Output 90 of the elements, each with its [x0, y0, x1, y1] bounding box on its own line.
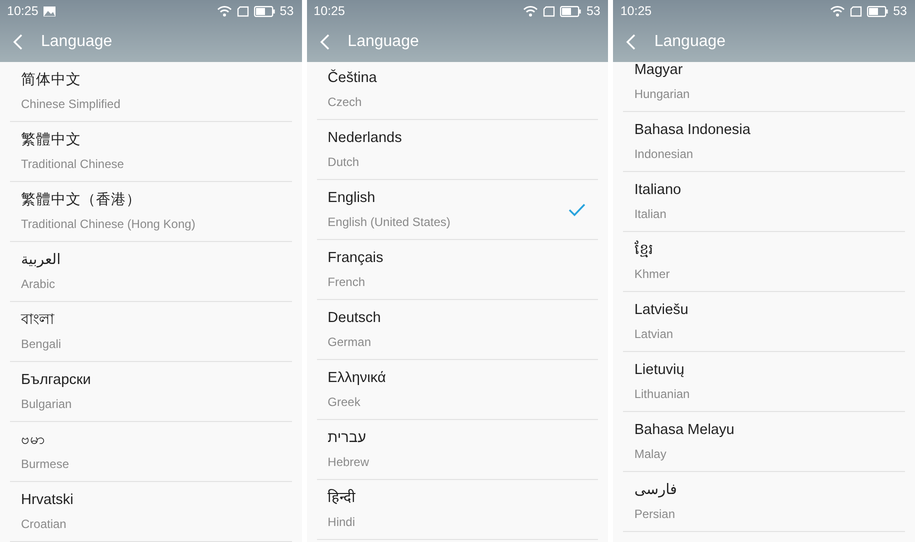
language-item[interactable]: Ελληνικά Greek: [316, 360, 598, 420]
back-icon[interactable]: [320, 34, 330, 50]
battery-icon: [867, 6, 888, 16]
language-english-name: Traditional Chinese (Hong Kong): [21, 216, 196, 231]
language-item[interactable]: ဗမာ Burmese: [10, 422, 292, 482]
language-name: Deutsch: [328, 310, 382, 328]
language-name: Български: [21, 372, 92, 390]
sim-card-icon: [543, 6, 556, 16]
sim-card-icon: [236, 6, 249, 16]
language-item[interactable]: 简体中文 Chinese Simplified: [10, 62, 292, 122]
language-name: Čeština: [328, 70, 378, 88]
language-english-name: Khmer: [634, 266, 671, 281]
language-english-name: Malay: [634, 446, 668, 461]
language-english-name: Bengali: [21, 336, 62, 351]
language-name: English: [328, 190, 376, 208]
language-name: 繁體中文（香港）: [21, 192, 142, 210]
language-english-name: French: [328, 274, 366, 289]
screen-title: Language: [41, 32, 112, 52]
battery-level: 53: [586, 2, 600, 20]
language-item[interactable]: Italiano Italian: [623, 172, 906, 232]
language-item[interactable]: Nederlands Dutch: [316, 120, 598, 180]
language-item[interactable]: Bahasa Melayu Malay: [623, 412, 906, 472]
language-item[interactable]: Latviešu Latvian: [623, 292, 906, 352]
language-english-name: Czech: [328, 94, 363, 109]
language-name: فارسی: [634, 482, 678, 500]
language-english-name: Indonesian: [634, 146, 694, 161]
language-name: Hrvatski: [21, 492, 74, 510]
language-name: العربية: [21, 252, 62, 270]
battery-level: 53: [893, 2, 908, 20]
language-item[interactable]: हिन्दी Hindi: [316, 480, 598, 540]
language-name: Bahasa Melayu: [634, 422, 736, 440]
back-icon[interactable]: [13, 34, 23, 50]
language-name: हिन्दी: [328, 490, 357, 508]
language-item[interactable]: বাংলা Bengali: [10, 302, 292, 362]
language-english-name: Italian: [634, 206, 668, 221]
language-english-name: Hebrew: [328, 454, 370, 469]
language-english-name: Burmese: [21, 456, 70, 471]
language-english-name: Croatian: [21, 516, 68, 531]
screen-title: Language: [348, 32, 419, 52]
language-english-name: Dutch: [328, 154, 360, 169]
language-english-name: Lithuanian: [634, 386, 691, 401]
wifi-icon: [523, 5, 538, 17]
language-name: Nederlands: [328, 130, 403, 148]
language-item[interactable]: Hrvatski Croatian: [10, 482, 292, 542]
language-name: Latviešu: [634, 302, 690, 320]
language-name: ខ្មែរ: [634, 242, 654, 260]
language-name: 简体中文: [21, 72, 82, 90]
language-english-name: Bulgarian: [21, 396, 73, 411]
language-name: Italiano: [634, 182, 682, 200]
language-item[interactable]: Български Bulgarian: [10, 362, 292, 422]
language-item[interactable]: Français French: [316, 240, 598, 300]
language-english-name: Latvian: [634, 326, 674, 341]
back-icon[interactable]: [626, 34, 636, 50]
sim-card-icon: [850, 6, 862, 16]
language-item[interactable]: English English (United States): [316, 180, 598, 240]
language-item[interactable]: Bahasa Indonesia Indonesian: [623, 112, 906, 172]
language-name: Ελληνικά: [328, 370, 387, 388]
battery-icon: [560, 6, 582, 16]
language-english-name: Hungarian: [634, 86, 691, 101]
language-name: Lietuvių: [634, 362, 686, 380]
language-name: עברית: [328, 430, 368, 448]
language-name: 繁體中文: [21, 132, 82, 150]
language-item[interactable]: Magyar Hungarian: [623, 62, 906, 112]
language-english-name: German: [328, 334, 372, 349]
language-english-name: Persian: [634, 506, 676, 521]
clock: 10:25: [7, 2, 38, 20]
language-item[interactable]: 繁體中文 Traditional Chinese: [10, 122, 292, 182]
language-english-name: Chinese Simplified: [21, 96, 122, 111]
language-item[interactable]: Deutsch German: [316, 300, 598, 360]
language-english-name: Arabic: [21, 276, 56, 291]
screen-title: Language: [654, 32, 726, 52]
battery-level: 53: [280, 2, 294, 20]
language-name: Magyar: [634, 62, 684, 80]
language-english-name: Traditional Chinese: [21, 156, 125, 171]
language-name: Bahasa Indonesia: [634, 122, 752, 140]
language-english-name: Greek: [328, 394, 362, 409]
language-item[interactable]: Čeština Czech: [316, 62, 598, 120]
language-english-name: Hindi: [328, 514, 356, 529]
language-name: ဗမာ: [21, 432, 46, 450]
wifi-icon: [830, 5, 846, 17]
language-item[interactable]: 繁體中文（香港） Traditional Chinese (Hong Kong): [10, 182, 292, 242]
battery-icon: [254, 6, 275, 16]
language-english-name: English (United States): [328, 214, 452, 229]
language-item[interactable]: Lietuvių Lithuanian: [623, 352, 906, 412]
clock: 10:25: [620, 2, 652, 20]
language-item[interactable]: ខ្មែរ Khmer: [623, 232, 906, 292]
wifi-icon: [216, 5, 232, 17]
language-name: Français: [328, 250, 384, 268]
clock: 10:25: [314, 2, 345, 20]
language-name: বাংলা: [21, 312, 56, 330]
